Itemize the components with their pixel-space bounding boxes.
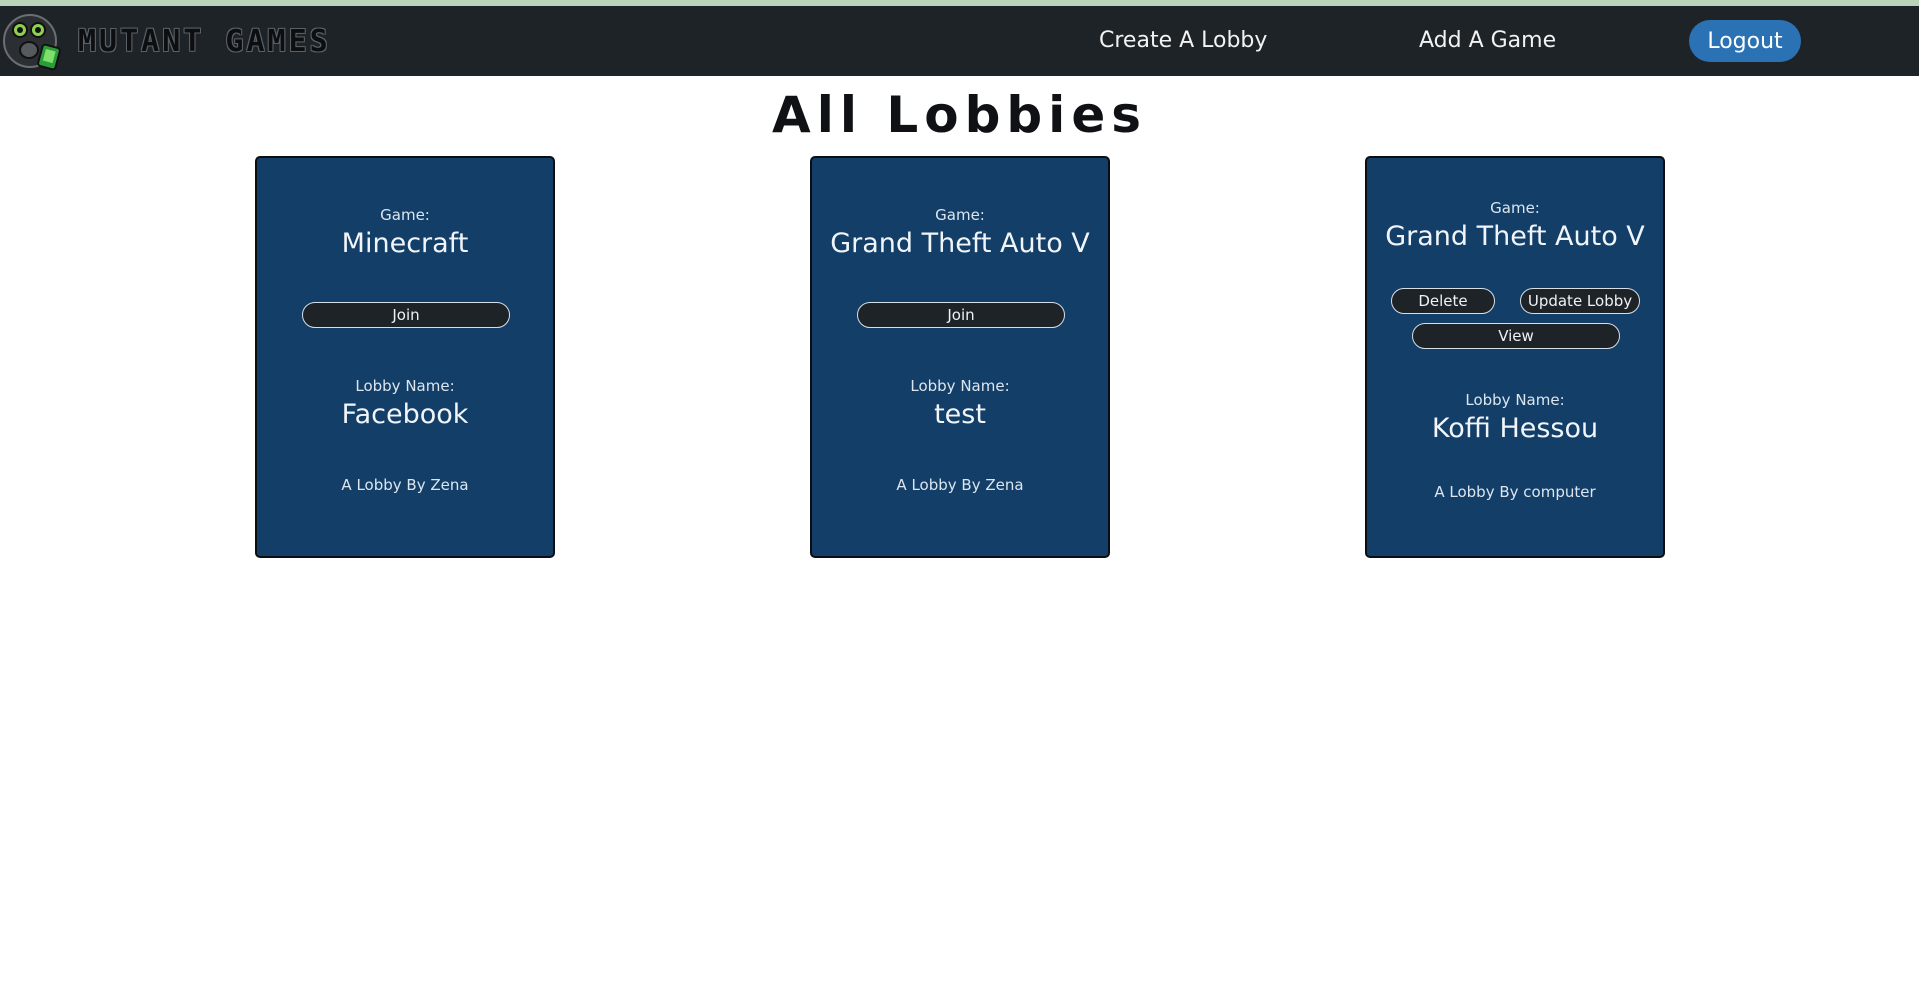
lobby-name: Facebook xyxy=(341,399,469,430)
lobby-name-label: Lobby Name: xyxy=(1465,391,1565,409)
page-title: All Lobbies xyxy=(772,86,1147,144)
lobby-name: test xyxy=(934,399,986,430)
game-name: Minecraft xyxy=(341,228,469,259)
lobby-card: Game: Minecraft Join Lobby Name: Faceboo… xyxy=(255,156,555,558)
create-lobby-link[interactable]: Create A Lobby xyxy=(1099,28,1267,53)
join-button[interactable]: Join xyxy=(302,302,510,328)
lobby-card: Game: Grand Theft Auto V Delete Update L… xyxy=(1365,156,1665,558)
lobby-owner: A Lobby By Zena xyxy=(896,476,1024,494)
game-name: Grand Theft Auto V xyxy=(1385,221,1645,252)
game-label: Game: xyxy=(935,206,985,224)
lobby-owner: A Lobby By Zena xyxy=(341,476,469,494)
delete-button[interactable]: Delete xyxy=(1391,288,1495,314)
brand[interactable]: MUTANT GAMES xyxy=(0,6,331,76)
add-game-link[interactable]: Add A Game xyxy=(1419,28,1556,53)
join-button[interactable]: Join xyxy=(857,302,1065,328)
lobby-name-label: Lobby Name: xyxy=(355,377,455,395)
lobby-owner: A Lobby By computer xyxy=(1434,483,1596,501)
logout-button[interactable]: Logout xyxy=(1689,20,1801,62)
brand-name: MUTANT GAMES xyxy=(78,23,331,59)
update-lobby-button[interactable]: Update Lobby xyxy=(1520,288,1640,314)
game-label: Game: xyxy=(380,206,430,224)
lobby-name: Koffi Hessou xyxy=(1431,413,1599,444)
view-button[interactable]: View xyxy=(1412,323,1620,349)
navbar: MUTANT GAMES Create A Lobby Add A Game L… xyxy=(0,6,1919,76)
lobby-name-label: Lobby Name: xyxy=(910,377,1010,395)
game-label: Game: xyxy=(1490,199,1540,217)
gas-mask-gamer-icon xyxy=(3,14,61,71)
game-name: Grand Theft Auto V xyxy=(830,228,1090,259)
lobby-card: Game: Grand Theft Auto V Join Lobby Name… xyxy=(810,156,1110,558)
